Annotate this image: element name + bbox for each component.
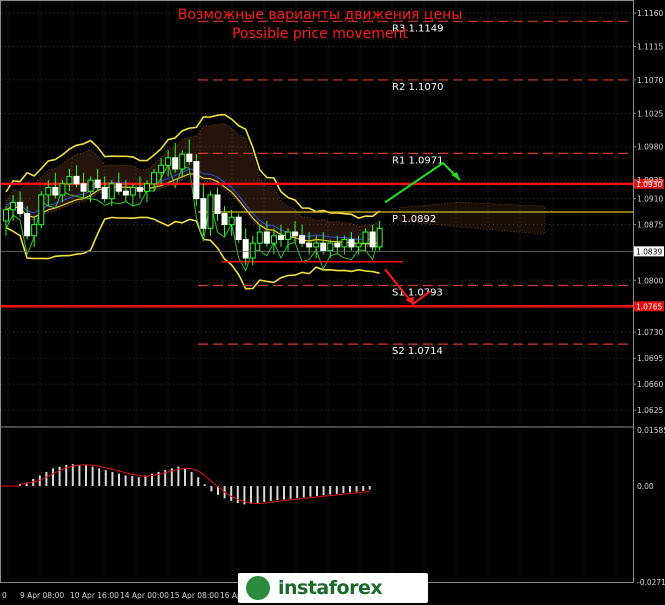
x-tick-label: 0 (2, 591, 7, 600)
candle (242, 238, 249, 259)
candle (80, 183, 87, 192)
candle (362, 231, 369, 244)
price-tick-label: 1.0980 (637, 143, 663, 152)
axes: 1.1160 1.1115 1.1070 1.1025 1.0980 1.0935 1.09… (0, 0, 665, 600)
candle (277, 235, 284, 240)
price-tick-label: 1.1115 (637, 43, 663, 52)
candle (299, 235, 306, 244)
price-tick-label: 1.0660 (637, 380, 663, 389)
osc-tick-label: -0.02714 (637, 578, 665, 587)
candle (256, 231, 263, 244)
candle (52, 187, 59, 196)
instaforex-logo: instaforex (238, 573, 428, 603)
candle (221, 213, 228, 226)
candle (186, 153, 193, 163)
candle (200, 198, 207, 229)
price-tick-label: 1.0800 (637, 276, 663, 285)
pivot-label-s2: S2 1.0714 (392, 346, 443, 357)
price-tick-label: 1.1160 (637, 9, 663, 18)
candle (172, 157, 179, 170)
price-tick-label: 1.0935 (637, 176, 663, 185)
candle (369, 231, 376, 248)
candle (320, 242, 327, 252)
candle (108, 183, 115, 200)
price-tick-label: 1.0910 (637, 195, 663, 204)
price-tick-label: 1.1025 (637, 109, 663, 118)
price-tick-label: 1.0695 (637, 354, 663, 363)
price-tick-label: 1.0875 (637, 221, 663, 230)
candle (341, 238, 348, 248)
x-tick-label: 14 Apr 00:00 (120, 591, 169, 600)
candle (313, 242, 320, 248)
candle (87, 179, 94, 192)
pivot-label-r1: R1 1.0971 (392, 155, 443, 166)
current-price-text: 1.0839 (636, 247, 662, 256)
candle (3, 209, 9, 222)
candle (249, 242, 256, 259)
x-tick-label: 15 Apr 08:00 (170, 591, 219, 600)
price-tick-label: 1.0625 (637, 406, 663, 415)
candle (144, 183, 150, 192)
candle (270, 235, 277, 244)
oscillator-histogram (0, 464, 371, 505)
globe-icon (246, 576, 270, 600)
price-tick-label: 1.0730 (637, 328, 663, 337)
candle (214, 194, 221, 215)
candle (101, 187, 108, 200)
candle (235, 216, 242, 240)
candle (38, 194, 45, 226)
logo-text: instaforex (278, 577, 383, 599)
candle (73, 175, 80, 185)
key-level-text: 1.0765 (636, 302, 662, 311)
candle (207, 194, 214, 229)
candle (129, 187, 136, 196)
candle (10, 201, 17, 211)
candle (158, 164, 165, 174)
candle (327, 242, 334, 252)
candle (17, 201, 24, 215)
candle (355, 242, 362, 248)
x-tick-label: 9 Apr 08:00 (20, 591, 64, 600)
candle (122, 190, 129, 196)
candle (151, 172, 158, 185)
candle (66, 175, 73, 185)
candle (292, 231, 299, 237)
candle (94, 179, 101, 189)
candle (334, 242, 341, 248)
candle (115, 183, 122, 192)
chart-title-russian: Возможные варианты движения цены (177, 7, 463, 23)
candle (263, 231, 270, 244)
candle (59, 183, 66, 196)
price-tick-label: 1.1070 (637, 76, 663, 85)
candle (165, 157, 172, 166)
candle (228, 216, 235, 226)
pivot-label-p: P 1.0892 (392, 214, 436, 225)
candle (24, 213, 31, 237)
price-chart[interactable]: R3 1.1149R2 1.1070R1 1.0971P 1.0892S1 1.… (0, 0, 665, 605)
candle (193, 161, 200, 200)
candle (376, 227, 383, 248)
candle (348, 238, 355, 248)
pivot-label-r2: R2 1.1070 (392, 82, 443, 93)
candle (31, 224, 38, 237)
candle (179, 153, 186, 170)
osc-tick-label: 0.01585 (637, 426, 665, 435)
candle (136, 187, 143, 192)
pivot-label-s1: S1 1.0793 (392, 287, 443, 298)
candle (306, 242, 313, 248)
x-tick-label: 10 Apr 16:00 (70, 591, 119, 600)
candle (45, 187, 52, 196)
chart-title-english: Possible price movement (232, 26, 408, 42)
osc-tick-label: 0.00 (637, 482, 654, 491)
candle (285, 231, 291, 240)
